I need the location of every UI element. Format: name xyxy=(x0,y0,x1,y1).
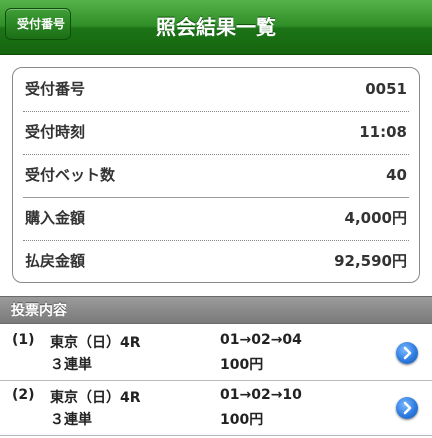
bet-race: 東京（日）4R xyxy=(50,390,141,406)
bet-type: ３連単 xyxy=(50,412,92,428)
summary-row-receipt-time: 受付時刻 11:08 xyxy=(23,111,409,154)
summary-row-purchase-amount: 購入金額 4,000円 xyxy=(23,197,409,240)
back-button[interactable]: 受付番号 xyxy=(5,8,71,40)
summary-label: 受付番号 xyxy=(25,80,86,98)
summary-row-receipt-number: 受付番号 0051 xyxy=(23,68,409,111)
bets-section-header: 投票内容 xyxy=(0,296,432,324)
header-bar: 受付番号 照会結果一覧 xyxy=(0,0,432,55)
summary-value: 92,590円 xyxy=(334,252,407,270)
summary-value: 4,000円 xyxy=(344,209,407,227)
bet-amount: 100円 xyxy=(220,357,264,373)
summary-label: 受付ベット数 xyxy=(25,166,116,184)
summary-label: 購入金額 xyxy=(25,209,86,227)
bet-race: 東京（日）4R xyxy=(50,335,141,351)
summary-panel: 受付番号 0051 受付時刻 11:08 受付ベット数 40 購入金額 4,00… xyxy=(12,67,420,283)
summary-label: 払戻金額 xyxy=(25,252,86,270)
bet-combination: 01→02→10 xyxy=(220,387,302,403)
summary-value: 11:08 xyxy=(359,123,407,141)
summary-row-payout-amount: 払戻金額 92,590円 xyxy=(23,240,409,283)
bet-list-item[interactable]: (2) 東京（日）4R ３連単 01→02→10 100円 xyxy=(0,381,432,436)
chevron-right-icon[interactable] xyxy=(396,397,418,419)
summary-value: 40 xyxy=(386,166,407,184)
bet-amount: 100円 xyxy=(220,412,264,428)
bet-list-item[interactable]: (1) 東京（日）4R ３連単 01→02→04 100円 xyxy=(0,326,432,381)
summary-row-bet-count: 受付ベット数 40 xyxy=(23,154,409,197)
summary-label: 受付時刻 xyxy=(25,123,86,141)
bet-combination: 01→02→04 xyxy=(220,332,302,348)
bet-number: (2) xyxy=(12,387,35,403)
chevron-right-icon[interactable] xyxy=(396,342,418,364)
bet-type: ３連単 xyxy=(50,357,92,373)
back-button-label: 受付番号 xyxy=(16,17,65,31)
summary-value: 0051 xyxy=(365,80,407,98)
bet-number: (1) xyxy=(12,332,35,348)
